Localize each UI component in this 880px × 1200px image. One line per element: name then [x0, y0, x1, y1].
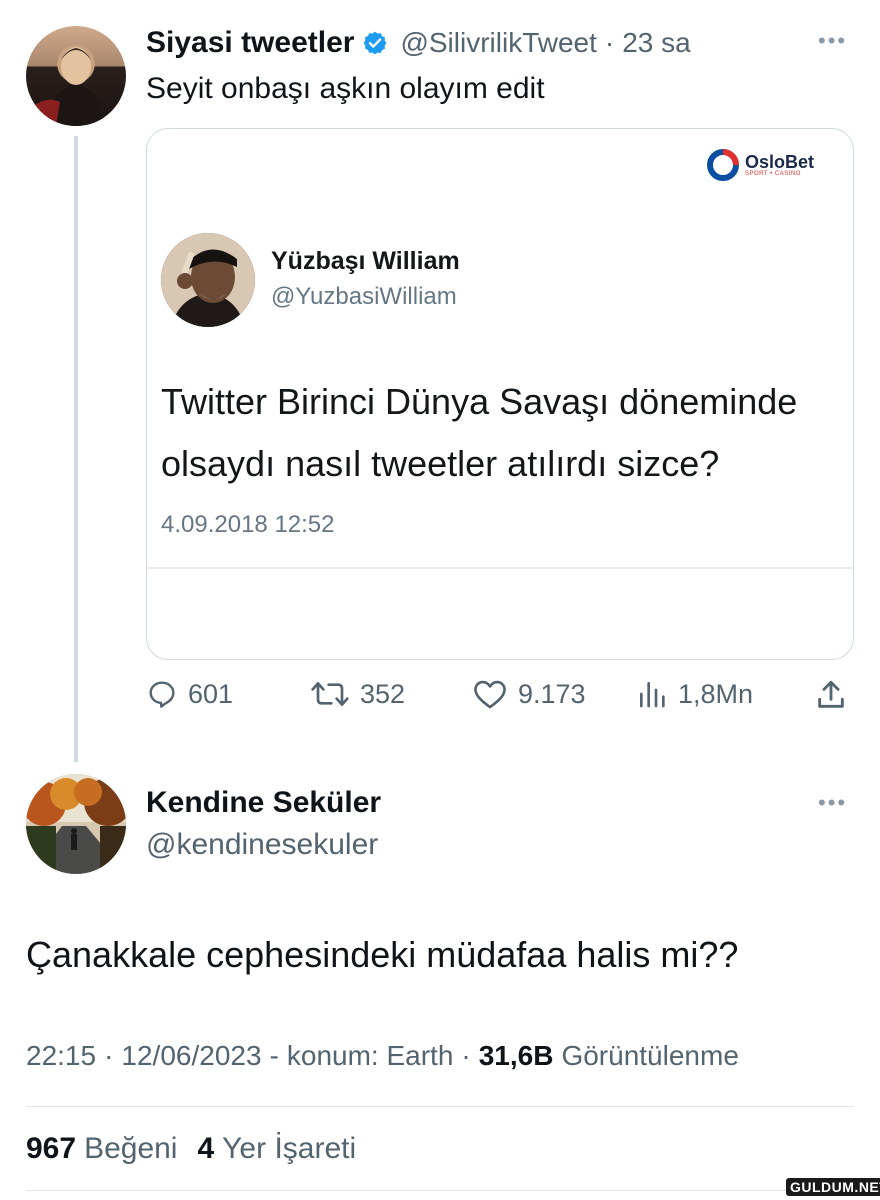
oslobet-brand-name: OsloBet	[745, 152, 815, 172]
quoted-author-name: Yüzbaşı William	[271, 247, 460, 275]
reply-stats: 967 Beğeni 4 Yer İşareti	[26, 1132, 356, 1166]
views-count: 1,8Mn	[678, 678, 754, 709]
reply-author-handle[interactable]: @kendinesekuler	[146, 828, 378, 862]
like-count: 9.173	[518, 678, 586, 709]
stats-divider	[26, 1106, 854, 1107]
header-separator: ·	[604, 27, 615, 58]
tweet-header: Siyasi tweetler @SilivrilikTweet · 23 sa	[146, 26, 691, 60]
author-handle[interactable]: @SilivrilikTweet	[400, 27, 596, 59]
meta-dash: -	[269, 1040, 279, 1071]
retweet-button[interactable]: 352	[310, 678, 405, 710]
reply-count: 601	[188, 678, 234, 709]
like-button[interactable]: 9.173	[472, 678, 586, 710]
watermark: GULDUM.NET	[786, 1178, 880, 1196]
tweet-time[interactable]: 23 sa	[622, 27, 691, 59]
reply-text: Çanakkale cephesindeki müdafaa halis mi?…	[26, 934, 739, 975]
meta-separator-1: ·	[104, 1040, 114, 1071]
quoted-text-line2: olsaydı nasıl tweetler atılırdı sizce?	[161, 443, 720, 484]
views-icon	[640, 682, 665, 708]
retweet-count: 352	[360, 678, 406, 709]
reply-icon	[149, 681, 175, 708]
oslobet-logo: OsloBet SPORT • CASINO	[707, 149, 814, 181]
quoted-text-line1: Twitter Birinci Dünya Savaşı döneminde	[161, 381, 798, 422]
reply-views-count: 31,6B	[478, 1040, 554, 1071]
share-button[interactable]	[814, 678, 848, 712]
reply-author-name[interactable]: Kendine Seküler	[146, 786, 381, 820]
bookmarks-label: Yer İşareti	[222, 1132, 357, 1165]
tweet-text: Seyit onbaşı aşkın olayım edit	[146, 72, 545, 105]
reply-views-label: Görüntülenme	[561, 1040, 739, 1071]
portrait-illustration	[32, 47, 104, 126]
reply-button[interactable]: 601	[146, 678, 233, 710]
share-icon	[818, 680, 844, 708]
quoted-divider	[147, 567, 853, 569]
quoted-date: 4.09.2018 12:52	[161, 511, 335, 538]
bookmarks-count: 4	[197, 1132, 215, 1165]
views-button[interactable]: 1,8Mn	[636, 678, 753, 710]
verified-badge-icon	[362, 30, 388, 56]
reply-time[interactable]: 22:15	[26, 1040, 96, 1072]
quoted-avatar-portrait	[161, 233, 255, 327]
author-name[interactable]: Siyasi tweetler	[146, 26, 354, 60]
bookmarks-link[interactable]: 4 Yer İşareti	[197, 1132, 356, 1166]
reply-author-avatar[interactable]	[26, 774, 126, 874]
autumn-road-photo	[26, 774, 126, 874]
oslobet-logo-icon	[707, 149, 739, 181]
thread-connector	[74, 136, 78, 762]
reply-date[interactable]: 12/06/2023	[121, 1040, 261, 1072]
reply-location: konum: Earth	[286, 1040, 454, 1071]
likes-link[interactable]: 967 Beğeni	[26, 1132, 177, 1166]
retweet-icon	[311, 682, 349, 706]
embedded-image-card[interactable]: OsloBet SPORT • CASINO Yüzbaşı William @…	[146, 128, 854, 660]
quoted-author-avatar	[161, 233, 255, 327]
bottom-divider	[26, 1190, 854, 1191]
likes-label: Beğeni	[84, 1132, 178, 1165]
author-avatar[interactable]	[26, 26, 126, 126]
meta-separator-2: ·	[461, 1040, 471, 1071]
like-icon	[474, 680, 506, 709]
quoted-author-handle: @YuzbasiWilliam	[271, 283, 457, 310]
reply-more-icon[interactable]: •••	[818, 790, 847, 816]
likes-count: 967	[26, 1132, 77, 1165]
reply-meta: 22:15 · 12/06/2023 - konum: Earth · 31,6…	[26, 1040, 739, 1072]
more-icon[interactable]: •••	[818, 28, 847, 54]
